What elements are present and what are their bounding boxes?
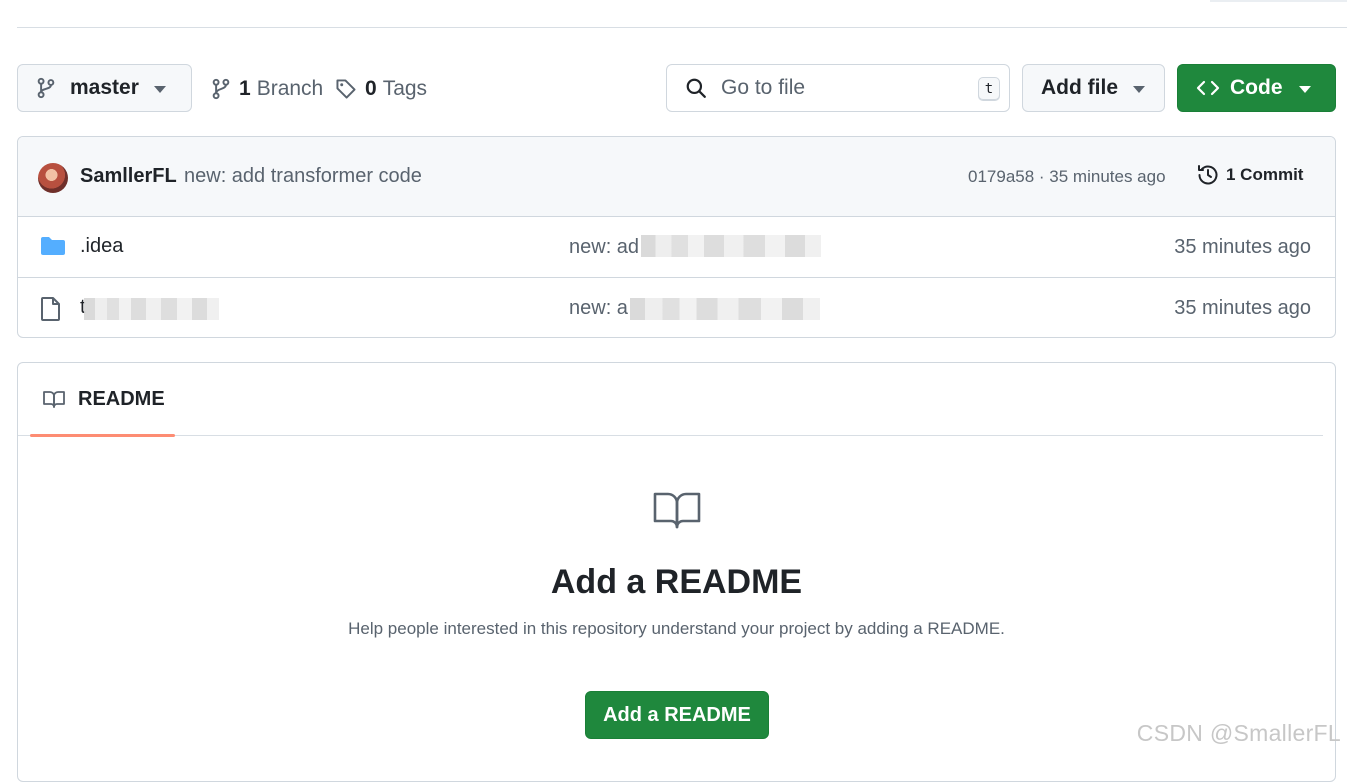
history-icon <box>1198 165 1218 185</box>
keyboard-shortcut-hint: t <box>978 77 1000 101</box>
readme-tab-bar: README <box>18 363 1323 437</box>
file-commit-time: 35 minutes ago <box>1174 297 1311 319</box>
latest-commit-bar: SamllerFL new: add transformer code 0179… <box>18 137 1335 217</box>
readme-empty-title: Add a README <box>550 563 803 601</box>
table-row[interactable]: .idea new: ad 35 minutes ago <box>18 217 1335 278</box>
git-branch-icon <box>37 77 55 99</box>
commit-message[interactable]: new: add transformer code <box>184 165 422 188</box>
chevron-down-icon <box>154 86 166 93</box>
commit-count-label: 1 Commit <box>1226 165 1304 184</box>
redaction-blur <box>630 298 820 320</box>
add-file-button[interactable]: Add file <box>1022 64 1165 112</box>
go-to-file-box[interactable]: t <box>666 64 1010 112</box>
add-readme-button[interactable]: Add a README <box>585 691 769 739</box>
folder-icon <box>41 237 65 255</box>
tag-icon <box>336 79 356 99</box>
branch-name: master <box>70 76 139 99</box>
redaction-blur <box>641 235 821 257</box>
add-file-label: Add file <box>1041 76 1118 99</box>
branch-count-label: Branch <box>256 77 324 100</box>
file-commit-message[interactable]: new: ad <box>569 236 639 259</box>
commit-author[interactable]: SamllerFL <box>80 165 177 188</box>
file-list: SamllerFL new: add transformer code 0179… <box>17 136 1336 338</box>
avatar[interactable] <box>38 163 68 193</box>
tag-count-label: Tags <box>382 77 428 100</box>
search-icon <box>686 78 706 98</box>
file-icon <box>41 297 60 321</box>
chevron-down-icon <box>1299 86 1311 93</box>
go-to-file-input[interactable] <box>719 75 963 101</box>
git-branch-icon <box>212 78 230 100</box>
chevron-down-icon <box>1133 86 1145 93</box>
tag-count: 0 <box>365 77 377 100</box>
commit-hash-time[interactable]: 0179a58 · 35 minutes ago <box>968 167 1166 187</box>
tab-readme[interactable]: README <box>30 363 175 437</box>
redaction-blur <box>84 298 219 320</box>
table-row[interactable]: t new: a 35 minutes ago <box>18 278 1335 337</box>
commit-history-link[interactable]: 1 Commit <box>1196 163 1303 187</box>
book-icon <box>43 391 65 408</box>
file-name[interactable]: .idea <box>80 235 123 258</box>
branches-link[interactable]: 1 Branch <box>211 74 323 104</box>
book-icon <box>653 492 701 529</box>
branch-selector-button[interactable]: master <box>17 64 192 112</box>
top-edge-decoration <box>1210 0 1347 2</box>
code-button[interactable]: Code <box>1177 64 1336 112</box>
top-divider <box>17 27 1347 28</box>
readme-panel: README Add a README Help people interest… <box>17 362 1336 782</box>
active-tab-indicator <box>30 434 175 437</box>
file-commit-time: 35 minutes ago <box>1174 236 1311 258</box>
code-icon <box>1196 80 1220 96</box>
watermark: CSDN @SmallerFL <box>1136 720 1341 746</box>
file-commit-message[interactable]: new: a <box>569 297 628 320</box>
branch-count: 1 <box>239 77 251 100</box>
tab-readme-label: README <box>78 387 165 410</box>
code-label: Code <box>1230 76 1283 99</box>
readme-empty-description: Help people interested in this repositor… <box>348 619 1005 638</box>
tags-link[interactable]: 0 Tags <box>335 74 427 104</box>
